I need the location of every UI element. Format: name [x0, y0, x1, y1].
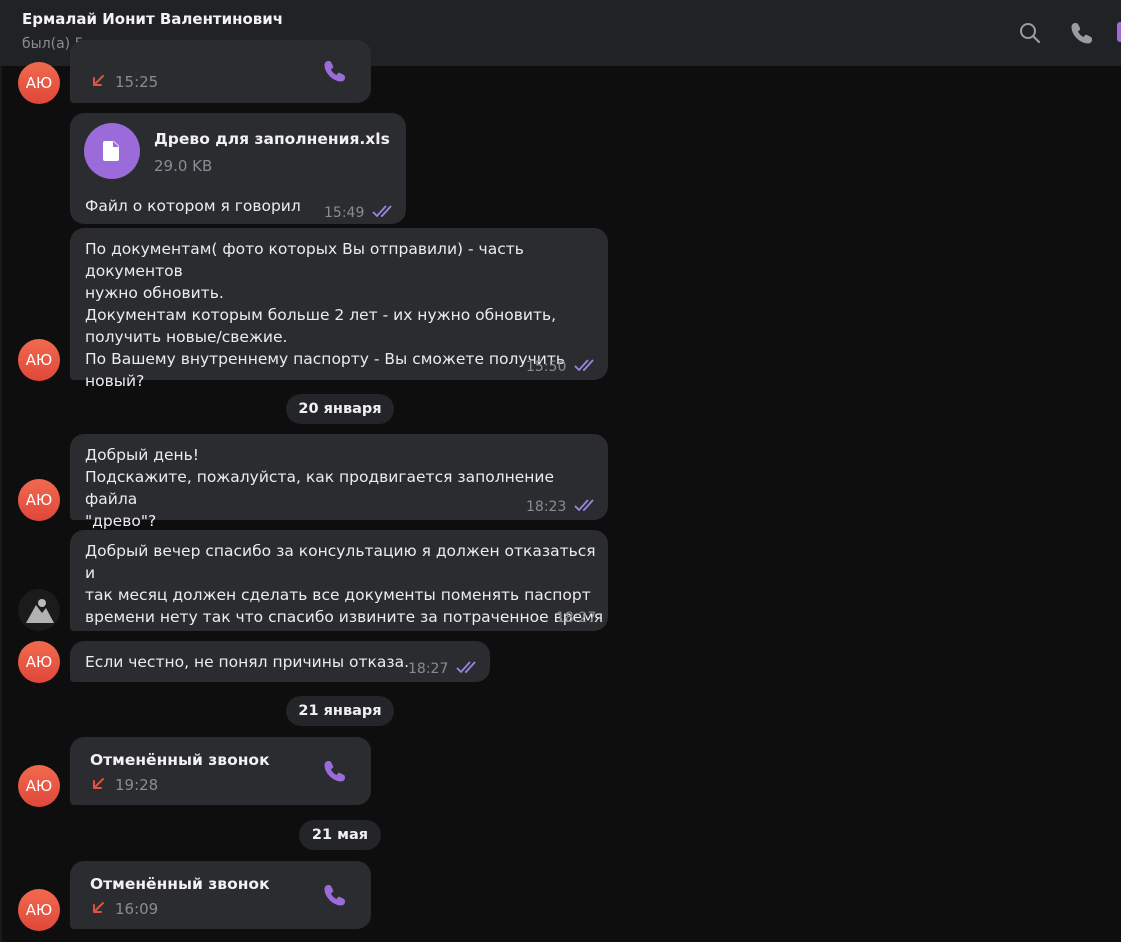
read-checks-icon: [574, 499, 594, 512]
missed-call-arrow-icon: [93, 778, 104, 789]
documents-message[interactable]: По документам( фото которых Вы отправили…: [70, 228, 608, 390]
avatar[interactable]: АЮ: [18, 765, 60, 807]
phone-icon[interactable]: [322, 58, 348, 84]
avatar[interactable]: АЮ: [18, 339, 60, 381]
avatar[interactable]: АЮ: [18, 479, 60, 521]
message-text: Добрый вечер спасибо за консультацию я д…: [85, 542, 604, 626]
incoming-message[interactable]: Добрый вечер спасибо за консультацию я д…: [70, 530, 608, 631]
read-checks-icon: [372, 205, 392, 218]
call-time: 15:25: [115, 73, 159, 91]
search-icon[interactable]: [1017, 20, 1043, 46]
file-name[interactable]: Древо для заполнения.xls: [154, 128, 390, 150]
divider: [0, 66, 2, 942]
status-request-message[interactable]: Добрый день! Подскажите, пожалуйста, как…: [70, 434, 608, 530]
message-time: 18:27: [408, 661, 449, 677]
avatar[interactable]: АЮ: [18, 641, 60, 683]
message-time: 15:50: [526, 359, 567, 375]
file-icon[interactable]: [84, 123, 140, 179]
file-size: 29.0 KB: [154, 157, 213, 175]
cancelled-call-bubble[interactable]: Отменённый звонок 19:28: [70, 737, 371, 805]
file-message[interactable]: Древо для заполнения.xls 29.0 KB Файл о …: [70, 113, 406, 224]
message-time: 15:49: [324, 205, 365, 221]
message-text: Если честно, не понял причины отказа.: [85, 653, 410, 671]
sidebar-toggle-icon[interactable]: [1117, 22, 1121, 42]
missed-call-arrow-icon: [93, 75, 104, 86]
date-separator: 21 января: [286, 696, 394, 726]
date-separator: 20 января: [286, 394, 394, 424]
read-checks-icon: [456, 661, 476, 674]
phone-icon[interactable]: [322, 882, 348, 908]
call-time: 16:09: [115, 900, 159, 918]
file-caption: Файл о котором я говорил: [85, 197, 301, 215]
read-checks-icon: [574, 359, 594, 372]
phone-icon[interactable]: [1069, 20, 1095, 46]
call-title: Отменённый звонок: [90, 875, 270, 893]
avatar[interactable]: АЮ: [18, 889, 60, 931]
date-separator: 21 мая: [299, 820, 381, 850]
contact-avatar[interactable]: [18, 589, 60, 631]
call-time: 19:28: [115, 776, 159, 794]
refusal-question-message[interactable]: Если честно, не понял причины отказа. 18…: [70, 641, 490, 682]
phone-icon[interactable]: [322, 758, 348, 784]
message-time: 18:23: [526, 499, 567, 515]
cancelled-call-bubble[interactable]: Отменённый звонок 16:09: [70, 861, 371, 929]
missed-call-arrow-icon: [93, 902, 104, 913]
message-text: Добрый день! Подскажите, пожалуйста, как…: [85, 446, 555, 530]
contact-name[interactable]: Ермалай Ионит Валентинович: [22, 10, 283, 28]
avatar[interactable]: АЮ: [18, 62, 60, 104]
call-bubble-top[interactable]: 15:25: [70, 40, 371, 103]
message-time: 18:27: [556, 610, 597, 626]
call-title: Отменённый звонок: [90, 751, 270, 769]
